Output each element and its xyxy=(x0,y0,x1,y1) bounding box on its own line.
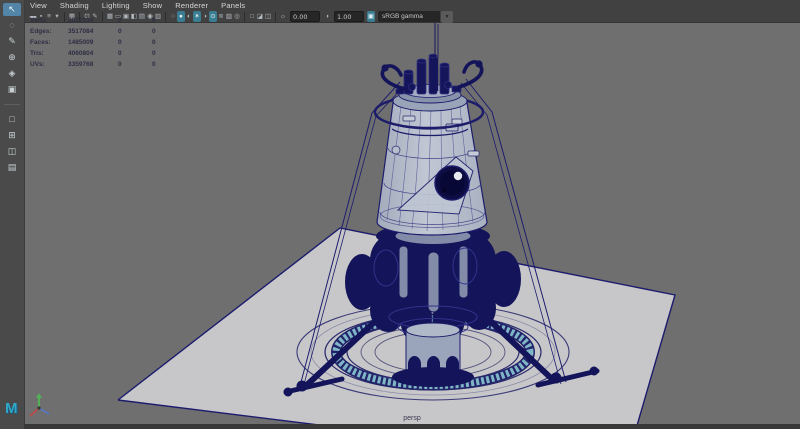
view-axis-gizmo[interactable] xyxy=(27,392,53,420)
hud-faces-value: 1485009 xyxy=(68,39,118,46)
hud-tris-col3: 0 xyxy=(152,50,186,57)
hud-edges-label: Edges: xyxy=(30,28,68,35)
menu-row: View Shading Lighting Show Renderer Pane… xyxy=(24,0,800,9)
hud-uvs-col2: 0 xyxy=(118,61,152,68)
maya-window: View Shading Lighting Show Renderer Pane… xyxy=(0,0,800,429)
hud-tris-label: Tris: xyxy=(30,50,68,57)
menu-panels[interactable]: Panels xyxy=(221,1,245,10)
tool-box: ↖ ◌ ✎ ⊕ ◈ ▣ □ ⊞ ◫ ▤ xyxy=(0,0,25,429)
porthole xyxy=(435,166,469,200)
hud-faces-col2: 0 xyxy=(118,39,152,46)
toolbar-separator xyxy=(4,104,20,105)
shadows-icon[interactable]: ◑ xyxy=(201,11,209,22)
four-pane-layout-icon[interactable]: ⊞ xyxy=(3,129,21,142)
top-assembly[interactable] xyxy=(393,54,467,111)
move-tool-icon[interactable]: ⊕ xyxy=(3,51,21,64)
hud-tris-value: 4060804 xyxy=(68,50,118,57)
hud-verts-col3: 0 xyxy=(152,17,186,24)
hud-verts-value: 2021934 xyxy=(68,17,118,24)
single-pane-layout-icon[interactable]: □ xyxy=(3,113,21,126)
x-ray-joints-icon[interactable]: ◫ xyxy=(264,11,272,22)
exposure-field[interactable] xyxy=(290,11,320,22)
depth-of-field-icon[interactable]: ◎ xyxy=(233,11,241,22)
screen-space-ao-icon[interactable]: ⊙ xyxy=(209,11,217,22)
gamma-field[interactable] xyxy=(334,11,364,22)
multisample-aa-icon[interactable]: ▨ xyxy=(225,11,233,22)
hud-faces-label: Faces: xyxy=(30,39,68,46)
perspective-viewport[interactable]: persp xyxy=(24,22,800,429)
gamma-icon[interactable]: ◑ xyxy=(323,11,331,22)
engine-body[interactable] xyxy=(377,93,487,235)
textured-icon[interactable]: ◐ xyxy=(185,11,193,22)
chevron-down-icon: ▼ xyxy=(441,11,453,23)
hud-edges-value: 3517084 xyxy=(68,28,118,35)
camera-label[interactable]: persp xyxy=(24,415,800,422)
menu-view[interactable]: View xyxy=(30,1,47,10)
maya-logo: M xyxy=(5,401,18,416)
toolbar-separator xyxy=(275,12,276,22)
hud-verts-col2: 0 xyxy=(118,17,152,24)
use-all-lights-icon[interactable]: ✶ xyxy=(193,11,201,22)
scale-tool-icon[interactable]: ▣ xyxy=(3,83,21,96)
view-transform-toggle-icon[interactable]: ▣ xyxy=(367,11,375,22)
toolbar-separator xyxy=(244,12,245,22)
exposure-icon[interactable]: ☼ xyxy=(279,11,287,22)
hud-tris-col2: 0 xyxy=(118,50,152,57)
hud-uvs-value: 3359768 xyxy=(68,61,118,68)
hud-uvs-label: UVs: xyxy=(30,61,68,68)
menu-renderer[interactable]: Renderer xyxy=(175,1,208,10)
rotate-tool-icon[interactable]: ◈ xyxy=(3,67,21,80)
viewport-scene[interactable] xyxy=(24,22,800,429)
hud-edges-col3: 0 xyxy=(152,28,186,35)
hud-edges-col2: 0 xyxy=(118,28,152,35)
motion-blur-icon[interactable]: ≋ xyxy=(217,11,225,22)
two-pane-layout-icon[interactable]: ◫ xyxy=(3,145,21,158)
hud-verts-label: Verts: xyxy=(30,17,68,24)
menu-lighting[interactable]: Lighting xyxy=(102,1,130,10)
menu-shading[interactable]: Shading xyxy=(60,1,89,10)
hud-faces-col3: 0 xyxy=(152,39,186,46)
hud-stats: Verts: 2021934 0 0 Edges: 3517084 0 0 Fa… xyxy=(30,15,186,70)
hud-uvs-col3: 0 xyxy=(152,61,186,68)
outliner-layout-icon[interactable]: ▤ xyxy=(3,161,21,174)
paint-select-tool-icon[interactable]: ✎ xyxy=(3,35,21,48)
lasso-select-tool-icon[interactable]: ◌ xyxy=(3,19,21,32)
isolate-select-icon[interactable]: □ xyxy=(248,11,256,22)
view-transform-dropdown[interactable]: sRGB gamma ▼ xyxy=(378,11,453,23)
x-ray-icon[interactable]: ◪ xyxy=(256,11,264,22)
menu-show[interactable]: Show xyxy=(143,1,163,10)
view-transform-value: sRGB gamma xyxy=(378,11,440,22)
select-tool-icon[interactable]: ↖ xyxy=(3,3,21,16)
viewport-bottom-edge xyxy=(24,424,800,429)
